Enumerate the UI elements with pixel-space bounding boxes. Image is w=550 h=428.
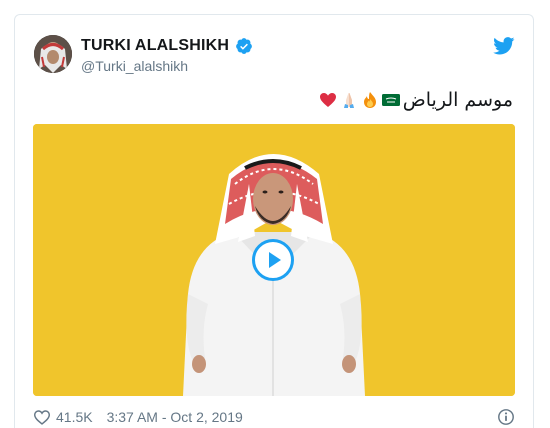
saudi-flag-icon [381,94,400,106]
video-player[interactable] [33,124,515,396]
red-heart-icon [319,93,336,107]
avatar[interactable] [34,35,72,73]
verified-badge-icon [236,38,253,54]
twitter-bird-icon[interactable] [493,37,515,55]
like-button[interactable]: 41.5K [33,409,93,425]
tweet-timestamp[interactable]: 3:37 AM - Oct 2, 2019 [107,409,243,425]
tweet-card: TURKI ALALSHIKH @Turki_alalshikh موسم ال… [14,14,534,428]
folded-hands-icon [343,93,354,108]
heart-outline-icon [33,410,51,425]
play-button[interactable] [252,239,294,281]
tweet-text-words: موسم الرياض [402,89,513,111]
display-name[interactable]: TURKI ALALSHIKH [81,37,229,55]
fire-icon [363,92,376,108]
like-count: 41.5K [56,409,93,425]
play-icon [269,252,281,268]
tweet-footer: 41.5K 3:37 AM - Oct 2, 2019 [33,407,515,427]
author-name-row[interactable]: TURKI ALALSHIKH [81,37,253,55]
author-handle[interactable]: @Turki_alalshikh [81,58,188,74]
info-icon[interactable] [497,408,515,426]
tweet-text: موسم الرياض [319,89,513,111]
